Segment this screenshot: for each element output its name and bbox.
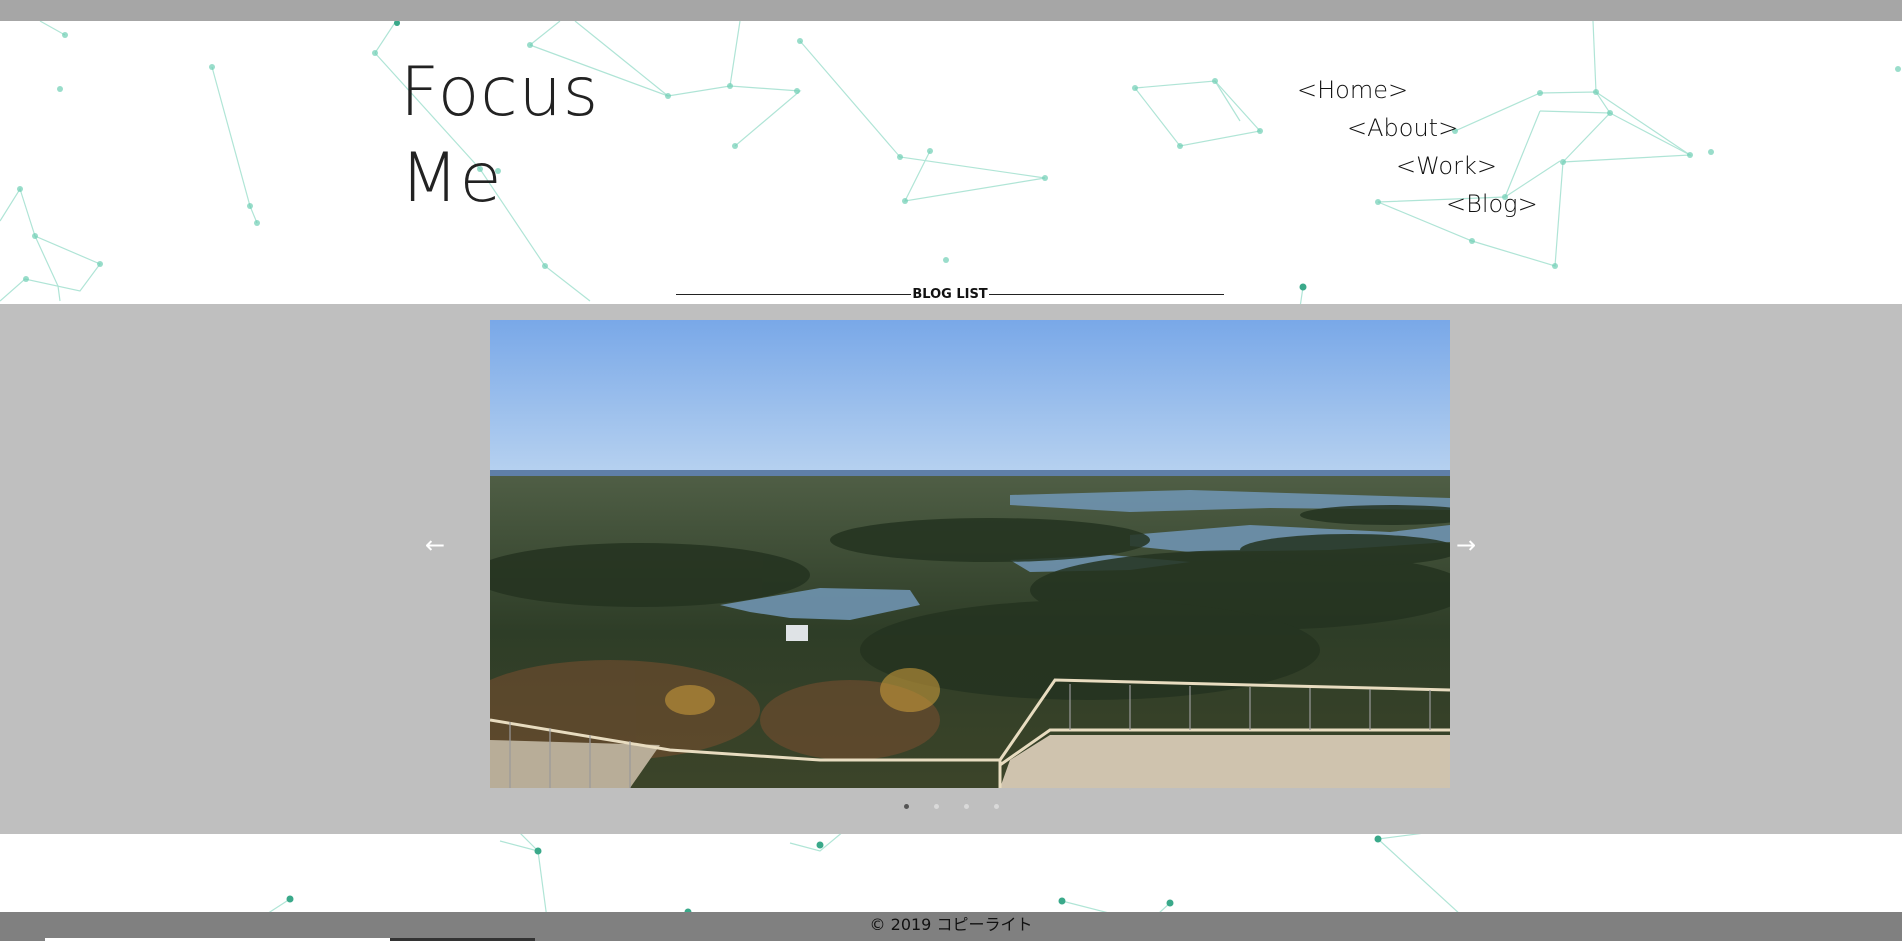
landscape-photo: [490, 320, 1450, 788]
footer-copyright: © 2019 コピーライト: [869, 915, 1033, 934]
gallery-prev-arrow[interactable]: ←: [420, 530, 450, 560]
gallery-dot-2[interactable]: [934, 804, 939, 809]
site-logo[interactable]: Focus Me: [400, 50, 599, 222]
gallery-dot-3[interactable]: [964, 804, 969, 809]
logo-line-1: Focus: [400, 53, 600, 132]
blog-list-heading: BLOG LIST: [676, 285, 1225, 303]
gallery-dot-1[interactable]: [904, 804, 909, 809]
nav-work-link[interactable]: <Work>: [1396, 152, 1497, 180]
gallery-dot-4[interactable]: [994, 804, 999, 809]
nav-home-link[interactable]: <Home>: [1297, 76, 1408, 104]
heading-rule-right: [988, 293, 1225, 295]
gallery-slide-image[interactable]: [490, 320, 1450, 788]
gallery-next-arrow[interactable]: →: [1451, 530, 1481, 560]
nav-about-link[interactable]: <About>: [1347, 114, 1458, 142]
logo-line-2: Me: [400, 139, 503, 218]
blog-gallery: ← →: [0, 304, 1902, 834]
heading-rule-left: [676, 293, 912, 295]
nav-blog-link[interactable]: <Blog>: [1446, 190, 1538, 218]
top-bar: [0, 0, 1902, 21]
gallery-pagination: [900, 802, 1000, 812]
blog-list-title: BLOG LIST: [912, 286, 988, 302]
